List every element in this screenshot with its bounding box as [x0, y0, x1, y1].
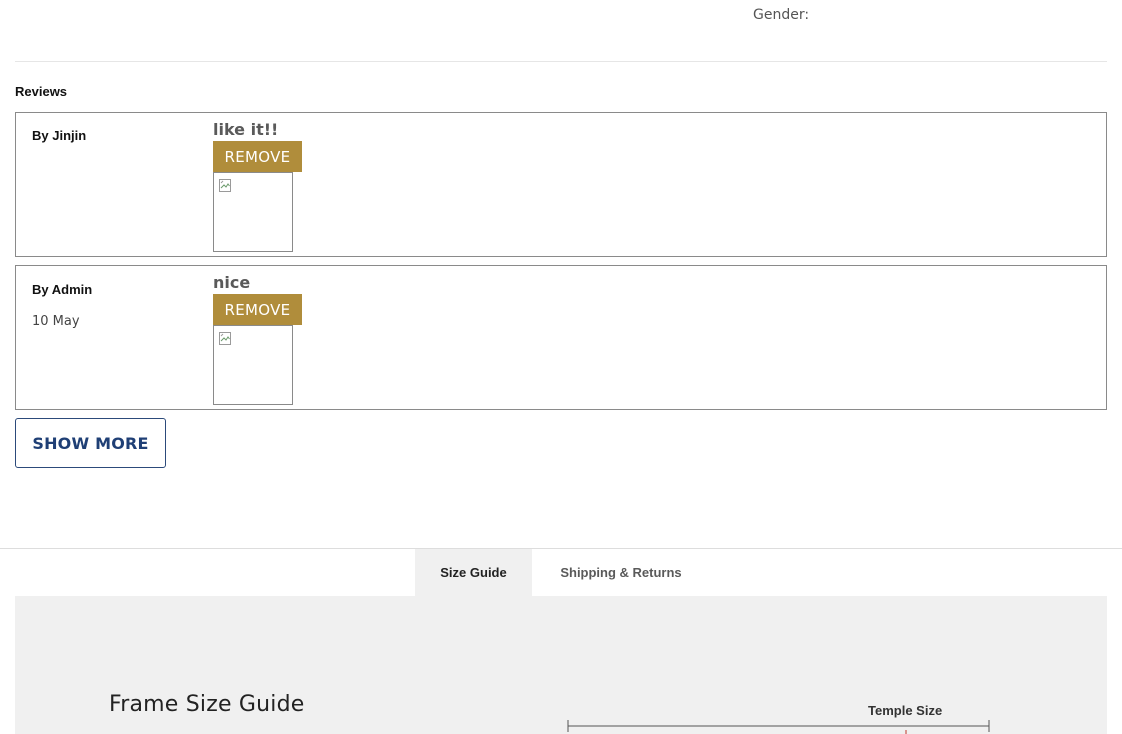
- review-text: like it!!: [213, 120, 279, 139]
- remove-review-button[interactable]: REMOVE: [213, 294, 302, 325]
- review-image[interactable]: [213, 325, 293, 405]
- divider: [15, 61, 1107, 62]
- remove-review-button[interactable]: REMOVE: [213, 141, 302, 172]
- tab-size-guide[interactable]: Size Guide: [415, 549, 532, 596]
- size-guide-panel: Frame Size Guide Temple Size: [15, 596, 1107, 734]
- reviews-heading: Reviews: [15, 84, 68, 99]
- show-more-button[interactable]: SHOW MORE: [15, 418, 166, 468]
- gender-label: Gender:: [753, 7, 810, 23]
- review-card: By Jinjin like it!! REMOVE: [15, 112, 1107, 257]
- tab-shipping-returns[interactable]: Shipping & Returns: [545, 549, 697, 596]
- temple-size-label: Temple Size: [868, 703, 943, 718]
- review-date: 10 May: [32, 314, 80, 329]
- review-text: nice: [213, 273, 251, 292]
- review-author: By Jinjin: [32, 128, 87, 143]
- review-image[interactable]: [213, 172, 293, 252]
- review-author: By Admin: [32, 282, 93, 297]
- broken-image-icon: [219, 179, 231, 192]
- size-guide-title: Frame Size Guide: [109, 692, 305, 717]
- broken-image-icon: [219, 332, 231, 345]
- review-card: By Admin 10 May nice REMOVE: [15, 265, 1107, 410]
